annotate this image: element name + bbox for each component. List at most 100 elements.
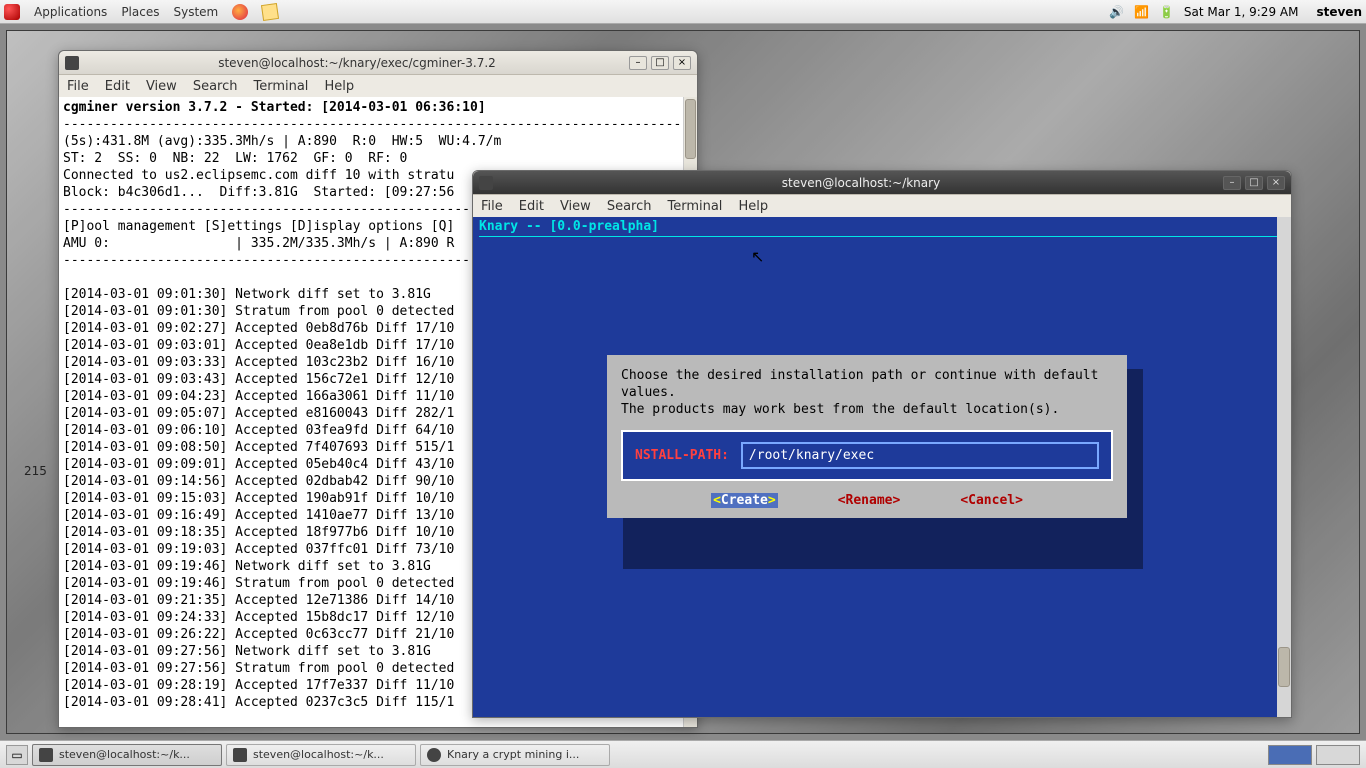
menu-places[interactable]: Places <box>121 5 159 19</box>
terminal-output[interactable]: Knary -- [0.0-prealpha] Choose the desir… <box>473 217 1291 717</box>
log-line: [2014-03-01 09:28:41] Accepted 0237c3c5 … <box>63 695 454 710</box>
stats-line: Connected to us2.eclipsemc.com diff 10 w… <box>63 168 454 183</box>
stats-line: (5s):431.8M (avg):335.3Mh/s | A:890 R:0 … <box>63 134 501 149</box>
window-title: steven@localhost:~/knary/exec/cgminer-3.… <box>85 56 629 70</box>
log-line: [2014-03-01 09:27:56] Network diff set t… <box>63 644 431 659</box>
distro-logo-icon <box>4 4 20 20</box>
terminal-window-knary: steven@localhost:~/knary – □ × File Edit… <box>472 170 1292 718</box>
taskbar-item-terminal2[interactable]: steven@localhost:~/k... <box>226 744 416 766</box>
menu-search[interactable]: Search <box>607 199 652 214</box>
log-line: [2014-03-01 09:08:50] Accepted 7f407693 … <box>63 440 454 455</box>
titlebar[interactable]: steven@localhost:~/knary/exec/cgminer-3.… <box>59 51 697 75</box>
menu-search[interactable]: Search <box>193 79 238 94</box>
window-title: steven@localhost:~/knary <box>499 176 1223 190</box>
log-line: [2014-03-01 09:28:19] Accepted 17f7e337 … <box>63 678 454 693</box>
scrollbar-thumb[interactable] <box>1278 647 1290 687</box>
create-button[interactable]: <Create> <box>711 493 778 508</box>
divider <box>479 236 1285 237</box>
device-line: AMU 0: | 335.2M/335.3Mh/s | A:890 R <box>63 236 454 251</box>
install-path-input[interactable] <box>741 442 1099 469</box>
log-line: [2014-03-01 09:19:46] Stratum from pool … <box>63 576 454 591</box>
workspace-1[interactable] <box>1268 745 1312 765</box>
menu-file[interactable]: File <box>67 79 89 94</box>
menu-system[interactable]: System <box>173 5 218 19</box>
taskbar-label: steven@localhost:~/k... <box>253 748 384 761</box>
menu-edit[interactable]: Edit <box>105 79 130 94</box>
log-line: [2014-03-01 09:04:23] Accepted 166a3061 … <box>63 389 454 404</box>
bottom-panel: ▭ steven@localhost:~/k... steven@localho… <box>0 740 1366 768</box>
cgminer-header: cgminer version 3.7.2 - Started: [2014-0… <box>63 100 486 115</box>
dialog-text-line: values. <box>621 384 1113 401</box>
menubar: File Edit View Search Terminal Help <box>59 75 697 97</box>
network-icon[interactable] <box>1134 5 1149 19</box>
log-line: [2014-03-01 09:26:22] Accepted 0c63cc77 … <box>63 627 454 642</box>
app-header: Knary -- [0.0-prealpha] <box>473 217 1291 236</box>
dialog-text-line: The products may work best from the defa… <box>621 401 1113 418</box>
install-path-label: NSTALL-PATH: <box>635 448 729 463</box>
firefox-launcher-icon[interactable] <box>232 4 248 20</box>
log-line: [2014-03-01 09:05:07] Accepted e8160043 … <box>63 406 454 421</box>
minimize-button[interactable]: – <box>1223 176 1241 190</box>
install-path-dialog: Choose the desired installation path or … <box>607 355 1127 518</box>
log-line: [2014-03-01 09:19:46] Network diff set t… <box>63 559 431 574</box>
log-line: [2014-03-01 09:16:49] Accepted 1410ae77 … <box>63 508 454 523</box>
log-line: [2014-03-01 09:03:01] Accepted 0ea8e1db … <box>63 338 454 353</box>
log-line: [2014-03-01 09:09:01] Accepted 05eb40c4 … <box>63 457 454 472</box>
log-line: [2014-03-01 09:21:35] Accepted 12e71386 … <box>63 593 454 608</box>
maximize-button[interactable]: □ <box>1245 176 1263 190</box>
rename-button[interactable]: <Rename> <box>838 493 901 508</box>
menu-file[interactable]: File <box>481 199 503 214</box>
log-line: [2014-03-01 09:01:30] Stratum from pool … <box>63 304 454 319</box>
log-line: [2014-03-01 09:27:56] Stratum from pool … <box>63 661 454 676</box>
side-number: 215 <box>24 464 47 478</box>
install-path-field-group: NSTALL-PATH: <box>621 430 1113 481</box>
menu-help[interactable]: Help <box>324 79 354 94</box>
terminal-icon <box>233 748 247 762</box>
stats-line: Block: b4c306d1... Diff:3.81G Started: [… <box>63 185 454 200</box>
options-line: [P]ool management [S]ettings [D]isplay o… <box>63 219 454 234</box>
log-line: [2014-03-01 09:14:56] Accepted 02dbab42 … <box>63 474 454 489</box>
clock[interactable]: Sat Mar 1, 9:29 AM <box>1184 5 1299 19</box>
menu-view[interactable]: View <box>146 79 177 94</box>
menu-help[interactable]: Help <box>738 199 768 214</box>
terminal-icon <box>39 748 53 762</box>
log-line: [2014-03-01 09:18:35] Accepted 18f977b6 … <box>63 525 454 540</box>
scrollbar-thumb[interactable] <box>685 99 696 159</box>
minimize-button[interactable]: – <box>629 56 647 70</box>
log-line: [2014-03-01 09:15:03] Accepted 190ab91f … <box>63 491 454 506</box>
menu-terminal[interactable]: Terminal <box>253 79 308 94</box>
menu-applications[interactable]: Applications <box>34 5 107 19</box>
log-line: [2014-03-01 09:19:03] Accepted 037ffc01 … <box>63 542 454 557</box>
terminal-icon <box>65 56 79 70</box>
workspace-2[interactable] <box>1316 745 1360 765</box>
user-menu[interactable]: steven <box>1316 5 1362 19</box>
scrollbar[interactable] <box>1277 217 1291 717</box>
divider: ----------------------------------------… <box>63 117 689 132</box>
dialog-text-line: Choose the desired installation path or … <box>621 367 1113 384</box>
taskbar-item-firefox[interactable]: Knary a crypt mining i... <box>420 744 610 766</box>
top-panel: Applications Places System Sat Mar 1, 9:… <box>0 0 1366 24</box>
log-line: [2014-03-01 09:24:33] Accepted 15b8dc17 … <box>63 610 454 625</box>
log-line: [2014-03-01 09:03:33] Accepted 103c23b2 … <box>63 355 454 370</box>
close-button[interactable]: × <box>1267 176 1285 190</box>
titlebar[interactable]: steven@localhost:~/knary – □ × <box>473 171 1291 195</box>
menu-terminal[interactable]: Terminal <box>667 199 722 214</box>
notes-launcher-icon[interactable] <box>261 2 279 20</box>
battery-icon[interactable] <box>1159 5 1174 19</box>
cancel-button[interactable]: <Cancel> <box>960 493 1023 508</box>
firefox-icon <box>427 748 441 762</box>
desktop: 215 steven@localhost:~/knary/exec/cgmine… <box>0 24 1366 740</box>
terminal-icon <box>479 176 493 190</box>
menubar: File Edit View Search Terminal Help <box>473 195 1291 217</box>
taskbar-label: Knary a crypt mining i... <box>447 748 579 761</box>
menu-view[interactable]: View <box>560 199 591 214</box>
log-line: [2014-03-01 09:06:10] Accepted 03fea9fd … <box>63 423 454 438</box>
taskbar-item-terminal1[interactable]: steven@localhost:~/k... <box>32 744 222 766</box>
maximize-button[interactable]: □ <box>651 56 669 70</box>
show-desktop-button[interactable]: ▭ <box>6 745 28 765</box>
close-button[interactable]: × <box>673 56 691 70</box>
log-line: [2014-03-01 09:02:27] Accepted 0eb8d76b … <box>63 321 454 336</box>
volume-icon[interactable] <box>1109 5 1124 19</box>
menu-edit[interactable]: Edit <box>519 199 544 214</box>
taskbar-label: steven@localhost:~/k... <box>59 748 190 761</box>
